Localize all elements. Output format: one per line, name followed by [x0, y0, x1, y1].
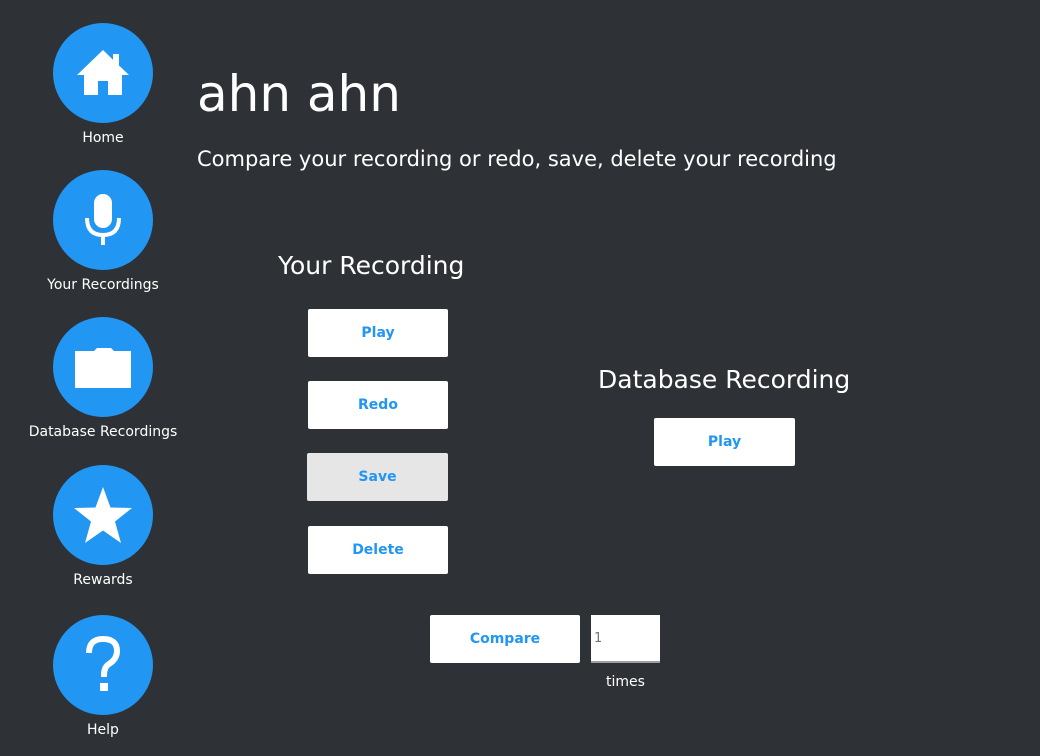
your-recording-heading: Your Recording [278, 251, 465, 280]
sidebar-item-rewards[interactable]: Rewards [18, 465, 188, 588]
sidebar-item-label: Help [87, 722, 119, 738]
sidebar-item-label: Your Recordings [47, 277, 159, 293]
microphone-icon [85, 194, 121, 245]
times-label: times [606, 674, 645, 690]
app-window: Home Your Recordings Database Recordings… [0, 0, 1040, 756]
your-recording-play-button[interactable]: Play [308, 309, 448, 357]
sidebar-item-label: Database Recordings [28, 424, 178, 440]
sidebar-item-home[interactable]: Home [18, 23, 188, 146]
page-title: ahn ahn [197, 65, 401, 123]
redo-button[interactable]: Redo [308, 381, 448, 429]
rewards-button-circle[interactable] [53, 465, 153, 565]
home-button-circle[interactable] [53, 23, 153, 123]
database-recording-play-button[interactable]: Play [654, 418, 795, 466]
sidebar-item-help[interactable]: Help [18, 615, 188, 738]
sidebar-item-your-recordings[interactable]: Your Recordings [18, 170, 188, 293]
page-subtitle: Compare your recording or redo, save, de… [197, 147, 837, 171]
database-recordings-button-circle[interactable] [53, 317, 153, 417]
save-button[interactable]: Save [307, 453, 448, 501]
sidebar-item-label: Home [82, 130, 124, 146]
folder-icon [75, 348, 131, 388]
times-input[interactable] [591, 615, 660, 663]
compare-button[interactable]: Compare [430, 615, 580, 663]
star-icon [74, 487, 132, 543]
help-icon [86, 635, 121, 691]
sidebar-item-label: Rewards [73, 572, 133, 588]
help-button-circle[interactable] [53, 615, 153, 715]
delete-button[interactable]: Delete [308, 526, 448, 574]
sidebar-item-database-recordings[interactable]: Database Recordings [18, 317, 188, 440]
your-recordings-button-circle[interactable] [53, 170, 153, 270]
database-recording-heading: Database Recording [598, 365, 851, 394]
home-icon [77, 50, 129, 95]
